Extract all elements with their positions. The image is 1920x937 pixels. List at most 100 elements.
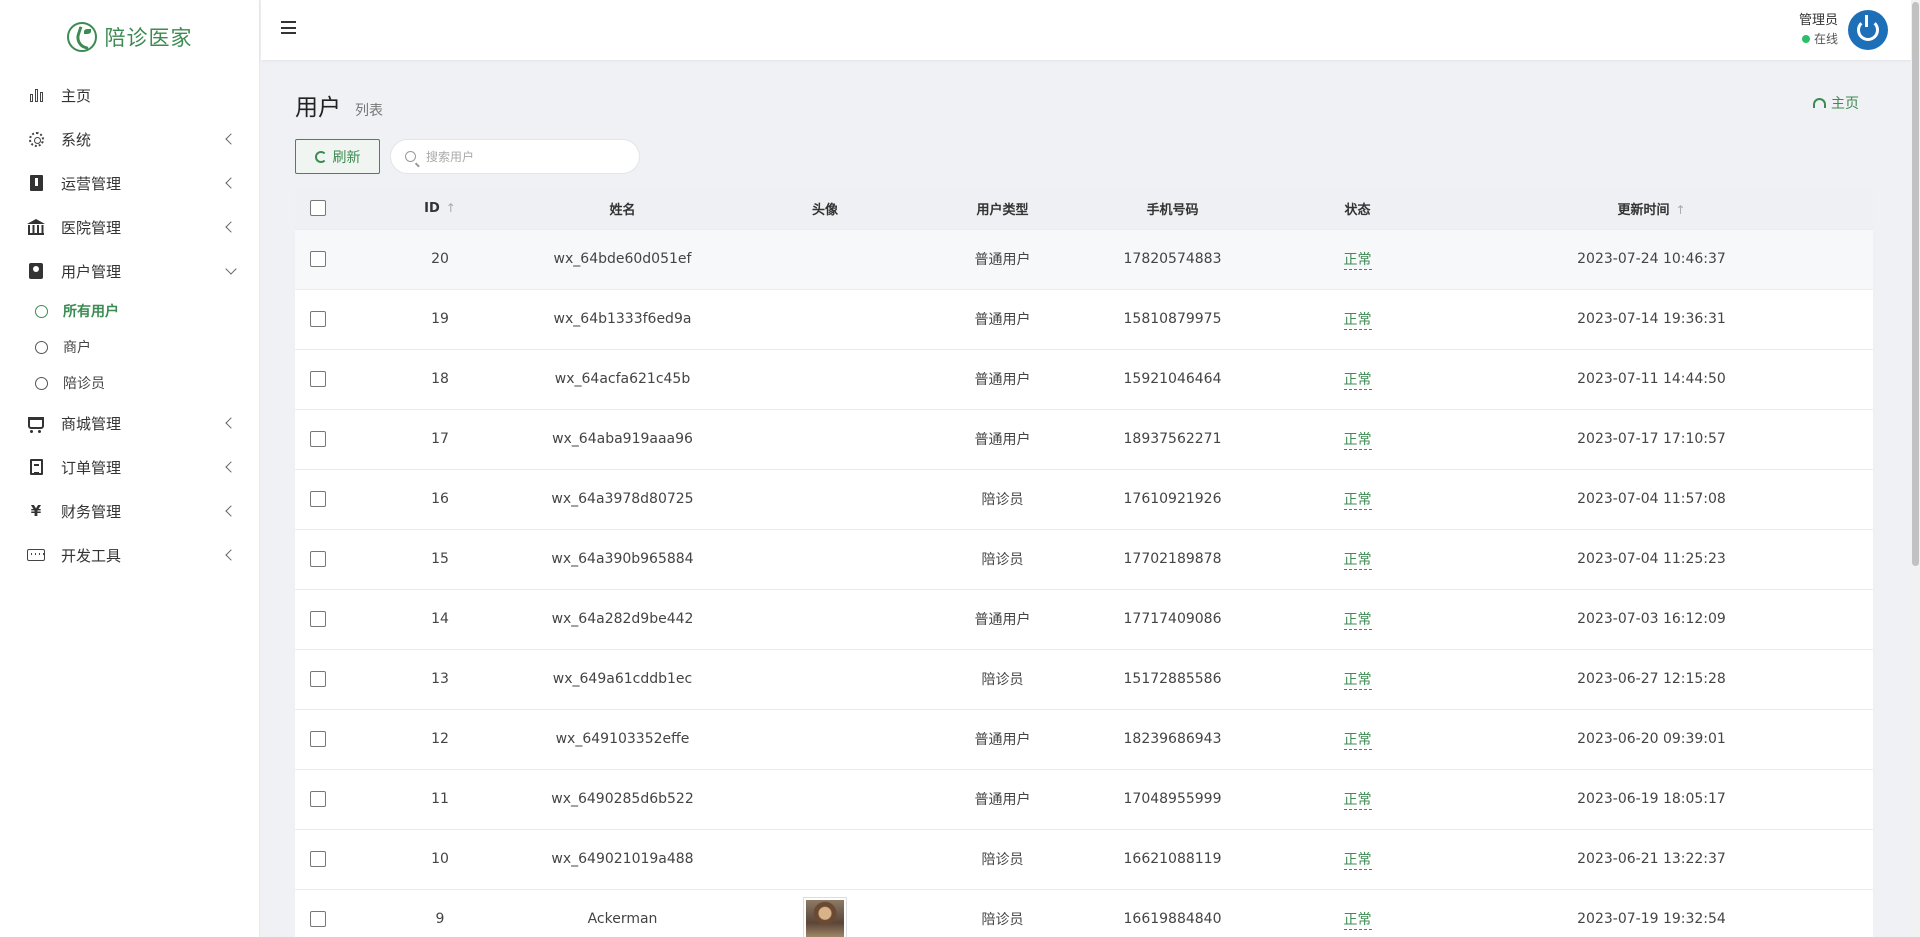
cell-updated: 2023-06-27 12:15:28	[1430, 648, 1873, 709]
row-checkbox[interactable]	[309, 851, 326, 867]
status-toggle[interactable]: 正常	[1343, 372, 1372, 390]
sidebar-item-devtools[interactable]: 开发工具	[0, 533, 259, 577]
column-header-avatar: 头像	[811, 202, 838, 218]
sidebar-item-system[interactable]: 系统	[0, 117, 259, 161]
cell-phone: 16619884840	[1060, 888, 1285, 937]
chevron-left-icon	[225, 417, 237, 429]
sidebar-subitem-escorts[interactable]: 陪诊员	[0, 365, 259, 401]
sidebar-item-finance[interactable]: ¥ 财务管理	[0, 489, 259, 533]
cell-phone: 17048955999	[1060, 768, 1285, 829]
table-row[interactable]: 17 wx_64aba919aaa96 普通用户 18937562271 正常 2023-…	[295, 408, 1873, 469]
sidebar-subitem-merchants[interactable]: 商户	[0, 329, 259, 365]
cell-phone: 17702189878	[1060, 528, 1285, 589]
sidebar-item-label: 系统	[61, 130, 92, 149]
sidebar-item-mall[interactable]: 商城管理	[0, 401, 259, 445]
sidebar-item-label: 用户管理	[61, 262, 122, 281]
row-checkbox[interactable]	[309, 911, 326, 928]
users-table: ID ↑ 姓名 头像 用户类型 手机号码 状态 更新时间 ↑ 20 wx_64bde6…	[295, 188, 1873, 937]
table-row[interactable]: 20 wx_64bde60d051ef 普通用户 17820574883 正常 2023-…	[295, 228, 1873, 289]
row-checkbox[interactable]	[309, 431, 326, 447]
bar-chart-icon	[27, 86, 45, 104]
sidebar-item-label: 运营管理	[61, 174, 122, 193]
contact-icon	[27, 262, 45, 280]
table-row[interactable]: 16 wx_64a3978d80725 陪诊员 17610921926 正常 2023-0…	[295, 468, 1873, 529]
user-menu[interactable]: 管理员 在线	[1799, 10, 1888, 50]
status-toggle[interactable]: 正常	[1343, 312, 1372, 330]
row-checkbox[interactable]	[309, 491, 326, 507]
sort-arrow-icon: ↑	[1675, 202, 1686, 217]
row-checkbox[interactable]	[309, 311, 326, 327]
chevron-left-icon	[225, 461, 237, 473]
cell-id: 15	[340, 528, 540, 589]
table-row[interactable]: 11 wx_6490285d6b522 普通用户 17048955999 正常 2023-…	[295, 768, 1873, 829]
sidebar-item-orders[interactable]: 订单管理	[0, 445, 259, 489]
sidebar-item-label: 医院管理	[61, 218, 122, 237]
status-toggle[interactable]: 正常	[1343, 552, 1372, 570]
sidebar-item-operations[interactable]: 运营管理	[0, 161, 259, 205]
sidebar-subitem-label: 商户	[63, 340, 91, 356]
table-row[interactable]: 15 wx_64a390b965884 陪诊员 17702189878 正常 2023-0…	[295, 528, 1873, 589]
cell-avatar	[705, 648, 945, 709]
online-dot-icon	[1801, 35, 1810, 43]
select-all-checkbox[interactable]	[309, 200, 326, 217]
table-row[interactable]: 18 wx_64acfa621c45b 普通用户 15921046464 正常 2023-…	[295, 348, 1873, 409]
column-header-updated[interactable]: 更新时间 ↑	[1430, 188, 1873, 229]
row-checkbox[interactable]	[309, 551, 326, 567]
table-row[interactable]: 19 wx_64b1333f6ed9a 普通用户 15810879975 正常 2023-…	[295, 288, 1873, 349]
avatar[interactable]	[1848, 10, 1888, 50]
sidebar-item-users[interactable]: 用户管理	[0, 249, 259, 293]
brand[interactable]: 陪诊医家	[0, 0, 259, 73]
column-header-id[interactable]: ID ↑	[340, 188, 540, 229]
sidebar-item-home[interactable]: 主页	[0, 73, 259, 117]
search-input[interactable]	[426, 149, 616, 164]
table-row[interactable]: 14 wx_64a282d9be442 普通用户 17717409086 正常 2023-…	[295, 588, 1873, 649]
status-toggle[interactable]: 正常	[1343, 732, 1372, 750]
cell-name: wx_64bde60d051ef	[540, 228, 705, 289]
table-row[interactable]: 12 wx_649103352effe 普通用户 18239686943 正常 2023-…	[295, 708, 1873, 769]
cell-name: wx_64acfa621c45b	[540, 348, 705, 409]
table-row[interactable]: 13 wx_649a61cddb1ec 陪诊员 15172885586 正常 2023-0…	[295, 648, 1873, 709]
status-toggle[interactable]: 正常	[1343, 252, 1372, 270]
cell-name: wx_64a390b965884	[540, 528, 705, 589]
row-checkbox[interactable]	[309, 251, 326, 267]
breadcrumb-home-link[interactable]: 主页	[1813, 93, 1859, 113]
status-toggle[interactable]: 正常	[1343, 672, 1372, 690]
cell-updated: 2023-07-17 17:10:57	[1430, 408, 1873, 469]
status-toggle[interactable]: 正常	[1343, 492, 1372, 510]
sidebar-item-hospitals[interactable]: 医院管理	[0, 205, 259, 249]
row-checkbox[interactable]	[309, 671, 326, 687]
status-toggle[interactable]: 正常	[1343, 612, 1372, 630]
sidebar-subitem-all-users[interactable]: 所有用户	[0, 293, 259, 329]
sidebar-item-label: 主页	[61, 86, 92, 105]
page-title: 用户 列表	[295, 88, 383, 122]
refresh-button[interactable]: 刷新	[295, 139, 380, 174]
cell-user-type: 普通用户	[945, 348, 1060, 409]
user-avatar-thumbnail[interactable]	[803, 897, 847, 937]
status-toggle[interactable]: 正常	[1343, 792, 1372, 810]
page-heading: 用户	[295, 95, 341, 121]
row-checkbox[interactable]	[309, 371, 326, 387]
cell-updated: 2023-07-19 19:32:54	[1430, 888, 1873, 937]
cell-user-type: 陪诊员	[945, 528, 1060, 589]
scrollbar-thumb[interactable]	[1912, 2, 1919, 566]
cell-name: Ackerman	[540, 888, 705, 937]
page-scrollbar[interactable]	[1911, 0, 1920, 937]
cell-phone: 18937562271	[1060, 408, 1285, 469]
brand-name: 陪诊医家	[104, 25, 193, 50]
sidebar-item-label: 财务管理	[61, 502, 122, 521]
row-checkbox[interactable]	[309, 791, 326, 807]
status-toggle[interactable]: 正常	[1343, 912, 1372, 931]
status-toggle[interactable]: 正常	[1343, 432, 1372, 450]
sidebar-item-label: 开发工具	[61, 546, 122, 565]
status-toggle[interactable]: 正常	[1343, 852, 1372, 870]
cell-status: 正常	[1285, 708, 1430, 769]
cell-status: 正常	[1285, 768, 1430, 829]
menu-toggle-icon[interactable]	[281, 21, 296, 34]
user-status-label: 在线	[1813, 32, 1838, 46]
table-row[interactable]: 10 wx_649021019a488 陪诊员 16621088119 正常 2023-0…	[295, 828, 1873, 889]
row-checkbox[interactable]	[309, 731, 326, 747]
cell-status: 正常	[1285, 348, 1430, 409]
table-row[interactable]: 9 Ackerman 陪诊员 16619884840 正常 2023-07-19 19:3…	[295, 888, 1873, 937]
cell-id: 12	[340, 708, 540, 769]
row-checkbox[interactable]	[309, 611, 326, 627]
